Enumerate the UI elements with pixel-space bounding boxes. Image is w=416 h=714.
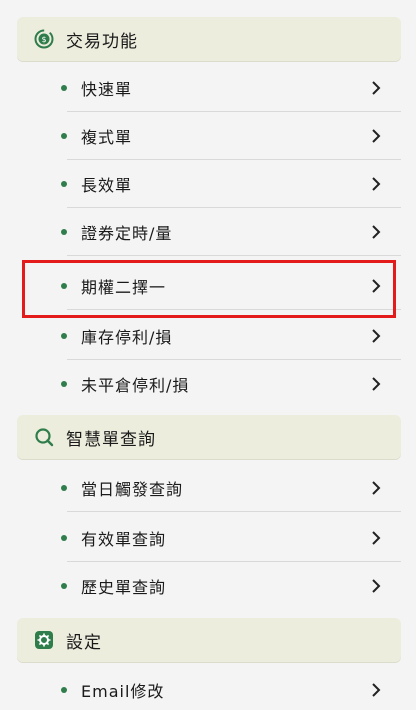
menu-item-securities-timed[interactable]: 證券定時/量 — [61, 208, 401, 256]
section-header-smart-query[interactable]: 智慧單查詢 — [17, 415, 401, 459]
svg-text:$: $ — [41, 35, 46, 44]
chevron-right-icon — [372, 329, 381, 343]
menu-panel: $ 交易功能 快速單 複式單 長效單 證券定時/量 期權二擇一 庫存停利/損 未… — [0, 0, 416, 710]
chevron-right-icon — [372, 279, 381, 293]
chevron-right-icon — [372, 177, 381, 191]
divider — [67, 511, 401, 512]
bullet — [61, 535, 67, 541]
chevron-right-icon — [372, 81, 381, 95]
bullet — [61, 381, 67, 387]
menu-item-inventory-stop[interactable]: 庫存停利/損 — [61, 312, 401, 360]
chevron-right-icon — [372, 481, 381, 495]
bullet — [61, 583, 67, 589]
menu-item-combo-order[interactable]: 複式單 — [61, 112, 401, 160]
menu-item-label: 快速單 — [81, 80, 133, 99]
menu-item-valid-order-query[interactable]: 有效單查詢 — [61, 514, 401, 562]
menu-item-history-query[interactable]: 歷史單查詢 — [61, 562, 401, 610]
section-header-settings[interactable]: 設定 — [17, 618, 401, 662]
bullet — [61, 229, 67, 235]
bullet — [61, 485, 67, 491]
menu-item-label: 證券定時/量 — [81, 224, 173, 243]
search-icon — [34, 427, 54, 447]
gear-icon — [34, 630, 54, 650]
menu-item-open-position-stop[interactable]: 未平倉停利/損 — [61, 360, 401, 408]
bullet — [61, 283, 67, 289]
menu-item-quick-order[interactable]: 快速單 — [61, 64, 401, 112]
menu-item-label: 有效單查詢 — [81, 530, 167, 549]
menu-item-label: 未平倉停利/損 — [81, 376, 190, 395]
chevron-right-icon — [372, 579, 381, 593]
divider — [67, 309, 401, 310]
dollar-refresh-icon: $ — [34, 29, 54, 49]
bullet — [61, 133, 67, 139]
menu-item-label: 庫存停利/損 — [81, 328, 173, 347]
menu-item-label: 期權二擇一 — [81, 278, 167, 297]
menu-item-label: 當日觸發查詢 — [81, 480, 184, 499]
section-header-trade[interactable]: $ 交易功能 — [17, 17, 401, 61]
menu-item-long-order[interactable]: 長效單 — [61, 160, 401, 208]
chevron-right-icon — [372, 225, 381, 239]
bullet — [61, 85, 67, 91]
menu-item-email-edit[interactable]: Email修改 — [61, 666, 401, 714]
menu-item-label: 歷史單查詢 — [81, 578, 167, 597]
menu-item-label: 複式單 — [81, 128, 133, 147]
chevron-right-icon — [372, 683, 381, 697]
menu-item-label: Email修改 — [81, 682, 165, 701]
bullet — [61, 333, 67, 339]
chevron-right-icon — [372, 129, 381, 143]
chevron-right-icon — [372, 377, 381, 391]
section-title: 智慧單查詢 — [66, 429, 156, 450]
chevron-right-icon — [372, 531, 381, 545]
menu-item-daily-trigger-query[interactable]: 當日觸發查詢 — [61, 464, 401, 512]
menu-item-futures-options-choice[interactable]: 期權二擇一 — [61, 262, 401, 310]
section-title: 交易功能 — [66, 31, 138, 52]
bullet — [61, 687, 67, 693]
menu-item-label: 長效單 — [81, 176, 133, 195]
section-title: 設定 — [66, 632, 102, 653]
divider — [67, 255, 401, 256]
bullet — [61, 181, 67, 187]
